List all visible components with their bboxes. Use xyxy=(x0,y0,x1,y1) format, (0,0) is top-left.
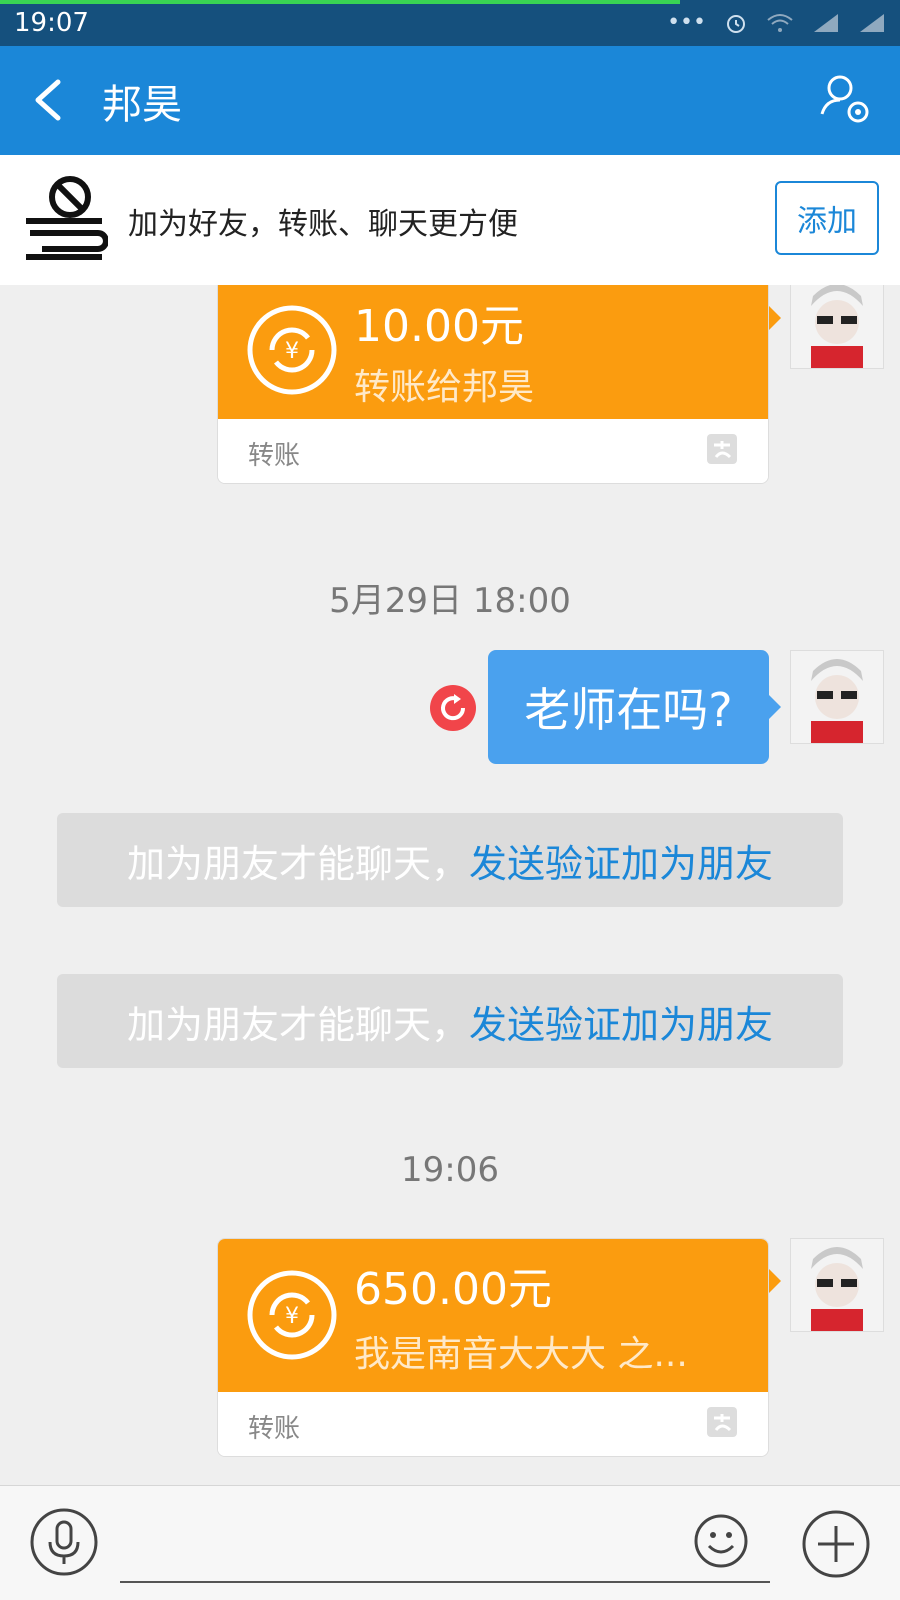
system-message-text: 加为朋友才能聊天， xyxy=(126,1002,469,1047)
signal-icon-2 xyxy=(860,13,884,32)
timestamp: 5月29日 18:00 xyxy=(329,581,571,621)
chat-header: 邦昊 xyxy=(0,46,900,155)
page-load-progress xyxy=(0,0,680,4)
system-message: 加为朋友才能聊天， 发送验证加为朋友 xyxy=(57,974,843,1068)
alipay-icon xyxy=(707,1407,737,1437)
contact-logo xyxy=(26,176,108,260)
transfer-card[interactable]: ¥ 10.00元 转账给邦昊 转账 xyxy=(217,285,769,484)
alipay-icon xyxy=(707,434,737,464)
transfer-note: 我是南音大大大 之... xyxy=(354,1334,688,1375)
alarm-icon xyxy=(727,14,745,33)
avatar[interactable] xyxy=(790,285,884,369)
system-message-text: 加为朋友才能聊天， xyxy=(126,841,469,886)
svg-text:¥: ¥ xyxy=(285,1304,299,1329)
wifi-icon xyxy=(767,13,793,32)
status-icons: ••• xyxy=(667,10,886,35)
text-message-bubble[interactable]: 老师在吗? xyxy=(488,650,769,764)
profile-settings-icon[interactable] xyxy=(818,72,874,130)
transfer-icon: ¥ xyxy=(247,1270,337,1360)
bubble-tail xyxy=(769,1269,781,1293)
avatar-image xyxy=(791,1239,883,1331)
transfer-amount: 650.00元 xyxy=(354,1264,552,1315)
add-friend-banner: 加为好友，转账、聊天更方便 添加 xyxy=(0,155,900,285)
chat-title: 邦昊 xyxy=(102,82,182,128)
input-bar xyxy=(0,1485,900,1600)
avatar[interactable] xyxy=(790,650,884,744)
transfer-type-label: 转账 xyxy=(248,441,301,471)
transfer-type-label: 转账 xyxy=(248,1414,301,1444)
signal-icon-1 xyxy=(814,13,838,32)
plus-icon[interactable] xyxy=(802,1510,870,1578)
svg-text:¥: ¥ xyxy=(285,339,299,364)
bubble-tail xyxy=(769,306,781,330)
send-verification-link[interactable]: 发送验证加为朋友 xyxy=(469,833,773,888)
more-dots-icon: ••• xyxy=(667,10,706,35)
back-icon[interactable] xyxy=(28,76,72,124)
status-bar: 19:07 ••• xyxy=(0,0,900,46)
message-list[interactable]: ¥ 10.00元 转账给邦昊 转账 5月29日 18:00 老师在吗? 加为朋友… xyxy=(0,285,900,1485)
transfer-icon: ¥ xyxy=(247,305,337,395)
add-friend-hint: 加为好友，转账、聊天更方便 xyxy=(128,207,518,242)
resend-icon[interactable] xyxy=(430,685,476,731)
message-input[interactable] xyxy=(120,1581,770,1583)
bubble-tail xyxy=(769,695,781,719)
system-message: 加为朋友才能聊天， 发送验证加为朋友 xyxy=(57,813,843,907)
avatar-image xyxy=(791,285,883,368)
send-verification-link[interactable]: 发送验证加为朋友 xyxy=(469,994,773,1049)
transfer-card[interactable]: ¥ 650.00元 我是南音大大大 之... 转账 xyxy=(217,1238,769,1457)
timestamp: 19:06 xyxy=(401,1150,499,1190)
add-friend-button[interactable]: 添加 xyxy=(775,181,879,255)
avatar-image xyxy=(791,651,883,743)
transfer-note: 转账给邦昊 xyxy=(354,367,535,408)
avatar[interactable] xyxy=(790,1238,884,1332)
emoji-icon[interactable] xyxy=(694,1514,748,1568)
status-time: 19:07 xyxy=(14,8,89,38)
transfer-amount: 10.00元 xyxy=(354,301,524,352)
voice-icon[interactable] xyxy=(30,1508,98,1576)
